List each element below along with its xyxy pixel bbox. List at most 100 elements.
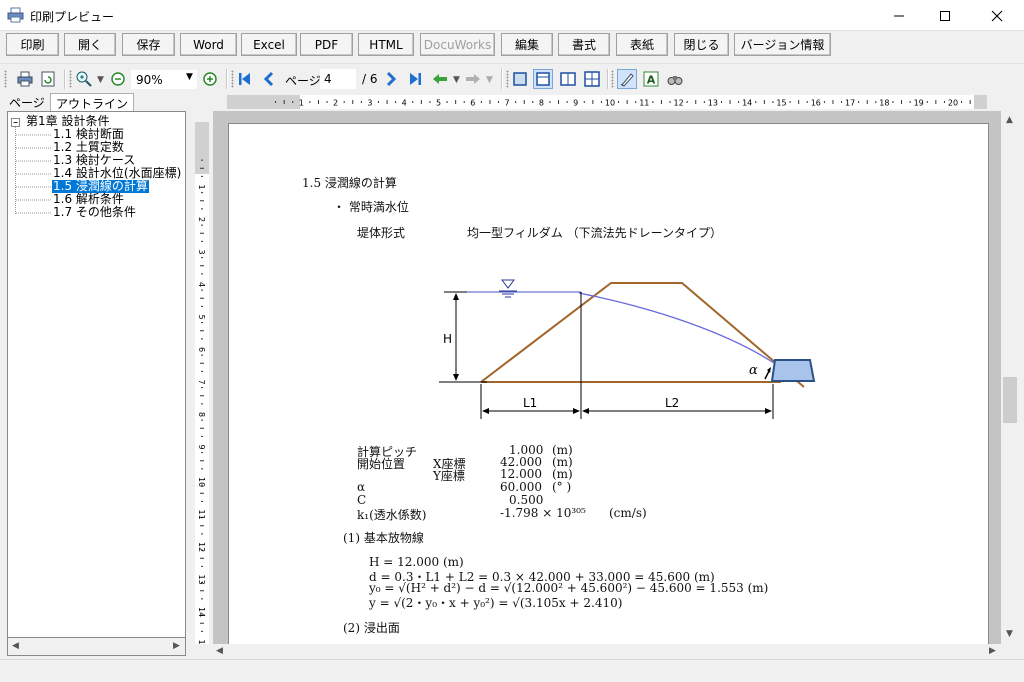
first-page-button[interactable] (235, 69, 255, 89)
zoom-dropdown-arrow[interactable]: ▼ (97, 75, 104, 85)
ruler-label: 2 (197, 217, 206, 222)
ruler-label: 8 (197, 412, 206, 417)
continuous-view-button[interactable] (533, 69, 553, 89)
ruler-label: 2 (333, 99, 338, 108)
minimize-button[interactable] (876, 0, 922, 31)
ruler-label: 10 (197, 477, 206, 487)
param-label-k: k₁(透水係数) (357, 508, 427, 522)
print-setup-button[interactable] (15, 69, 35, 89)
formula-y: y = √(2・y₀・x + y₀²) = √(3.105x + 2.410) (369, 596, 623, 610)
ruler-label: 14 (742, 99, 752, 108)
outline-tree: 第1章 設計条件 1.1 検討断面 1.2 土質定数 1.3 検討ケース 1.4… (7, 111, 186, 656)
save-button[interactable]: 保存 (122, 33, 175, 56)
two-page-icon (560, 72, 576, 86)
last-page-icon (410, 73, 421, 85)
next-page-button[interactable] (381, 69, 401, 89)
param-unit-alpha: (° ) (552, 480, 572, 494)
zoom-in-button[interactable] (74, 69, 94, 89)
chevron-left-icon (263, 71, 274, 87)
toolbar-grip[interactable] (4, 70, 7, 88)
hscroll-right-icon[interactable]: ▶ (989, 646, 996, 656)
maximize-icon (940, 10, 950, 21)
ruler-label: 19 (914, 99, 924, 108)
main-toolbar: 印刷 開く 保存 Word Excel PDF HTML DocuWorks 編… (0, 31, 1024, 59)
tab-outline[interactable]: アウトライン (50, 93, 135, 111)
maximize-button[interactable] (922, 0, 968, 31)
back-dropdown-arrow[interactable]: ▼ (453, 75, 460, 85)
forward-button[interactable] (463, 69, 483, 89)
arrow-right-icon (466, 74, 480, 84)
zoom-combo-arrow[interactable]: ▼ (186, 72, 193, 82)
last-page-button[interactable] (405, 69, 425, 89)
ruler-label: 1 (197, 185, 206, 190)
close-button[interactable] (974, 0, 1020, 31)
printer-icon (17, 71, 33, 87)
find-button[interactable] (665, 69, 685, 89)
subsection-title: ・ 常時満水位 (333, 200, 409, 214)
scroll-right-icon[interactable]: ▶ (173, 641, 180, 651)
version-info-button[interactable]: バージョン情報 (734, 33, 831, 56)
ruler-label: 3 (367, 99, 372, 108)
scroll-down-icon[interactable]: ▼ (1006, 629, 1013, 639)
water-level-icon (501, 279, 515, 289)
two-page-view-button[interactable] (558, 69, 578, 89)
ruler-label: 15 (776, 99, 786, 108)
close-preview-button[interactable]: 閉じる (674, 33, 729, 56)
vertical-scroll-thumb[interactable] (1003, 377, 1017, 423)
plus-circle-icon (203, 72, 217, 86)
scroll-left-icon[interactable]: ◀ (12, 641, 19, 651)
ruler-label: 8 (539, 99, 544, 108)
pdf-export-button[interactable]: PDF (300, 33, 353, 56)
formula-h: H = 12.000 (m) (369, 555, 464, 569)
docuworks-export-button[interactable]: DocuWorks (420, 33, 495, 56)
ruler-label: 14 (197, 607, 206, 617)
document-horizontal-scrollbar[interactable]: ◀ ▶ (213, 644, 1001, 659)
param-sub-y: Y座標 (433, 469, 465, 483)
hscroll-left-icon[interactable]: ◀ (216, 646, 223, 656)
ruler-label: 11 (639, 99, 649, 108)
cover-button[interactable]: 表紙 (616, 33, 668, 56)
html-export-button[interactable]: HTML (358, 33, 414, 56)
page-number-input[interactable]: 4 (320, 69, 356, 89)
edit-button[interactable]: 編集 (501, 33, 553, 56)
minimize-icon (894, 15, 904, 16)
status-bar (0, 659, 1024, 682)
excel-export-button[interactable]: Excel (241, 33, 297, 56)
ruler-label: 12 (197, 542, 206, 552)
scroll-up-icon[interactable]: ▲ (1006, 115, 1013, 125)
document-viewport[interactable]: 1.5 浸潤線の計算 ・ 常時満水位 堤体形式 均一型フィルダム （下流法先ドレ… (213, 111, 1001, 644)
dam-cross-section-diagram: H L1 L2 α (439, 279, 816, 419)
heading-basic-parabola: (1) 基本放物線 (343, 531, 424, 545)
tree-horizontal-scrollbar[interactable]: ◀ ▶ (7, 637, 186, 656)
document-vertical-scrollbar[interactable]: ▲ ▼ (1001, 111, 1019, 644)
ruler-label: 6 (197, 347, 206, 352)
chevron-right-icon (386, 71, 397, 87)
ruler-label: 9 (197, 445, 206, 450)
text-select-button[interactable]: A (641, 69, 661, 89)
ruler-label: 17 (845, 99, 855, 108)
zoom-out-button[interactable] (108, 69, 128, 89)
format-button[interactable]: 書式 (558, 33, 610, 56)
ruler-label: 7 (505, 99, 510, 108)
zoom-plus-button[interactable] (200, 69, 220, 89)
text-a-icon: A (643, 71, 659, 87)
tree-item-1-7[interactable]: 1.7 その他条件 (53, 206, 136, 219)
close-icon (991, 10, 1003, 21)
prev-page-button[interactable] (259, 69, 279, 89)
refresh-button[interactable] (38, 69, 58, 89)
print-button[interactable]: 印刷 (6, 33, 59, 56)
multi-page-icon (584, 71, 600, 87)
select-tool-button[interactable] (617, 69, 637, 89)
forward-dropdown-arrow[interactable]: ▼ (486, 75, 493, 85)
open-button[interactable]: 開く (64, 33, 116, 56)
page-total: / 6 (362, 72, 378, 86)
back-button[interactable] (430, 69, 450, 89)
multi-page-view-button[interactable] (582, 69, 602, 89)
word-export-button[interactable]: Word (180, 33, 237, 56)
refresh-page-icon (41, 71, 55, 87)
l1-dimension-label: L1 (523, 396, 537, 410)
tab-pages[interactable]: ページ (4, 93, 50, 111)
printer-app-icon (7, 7, 24, 23)
ruler-label: 1 (299, 99, 304, 108)
single-page-view-button[interactable] (510, 69, 530, 89)
